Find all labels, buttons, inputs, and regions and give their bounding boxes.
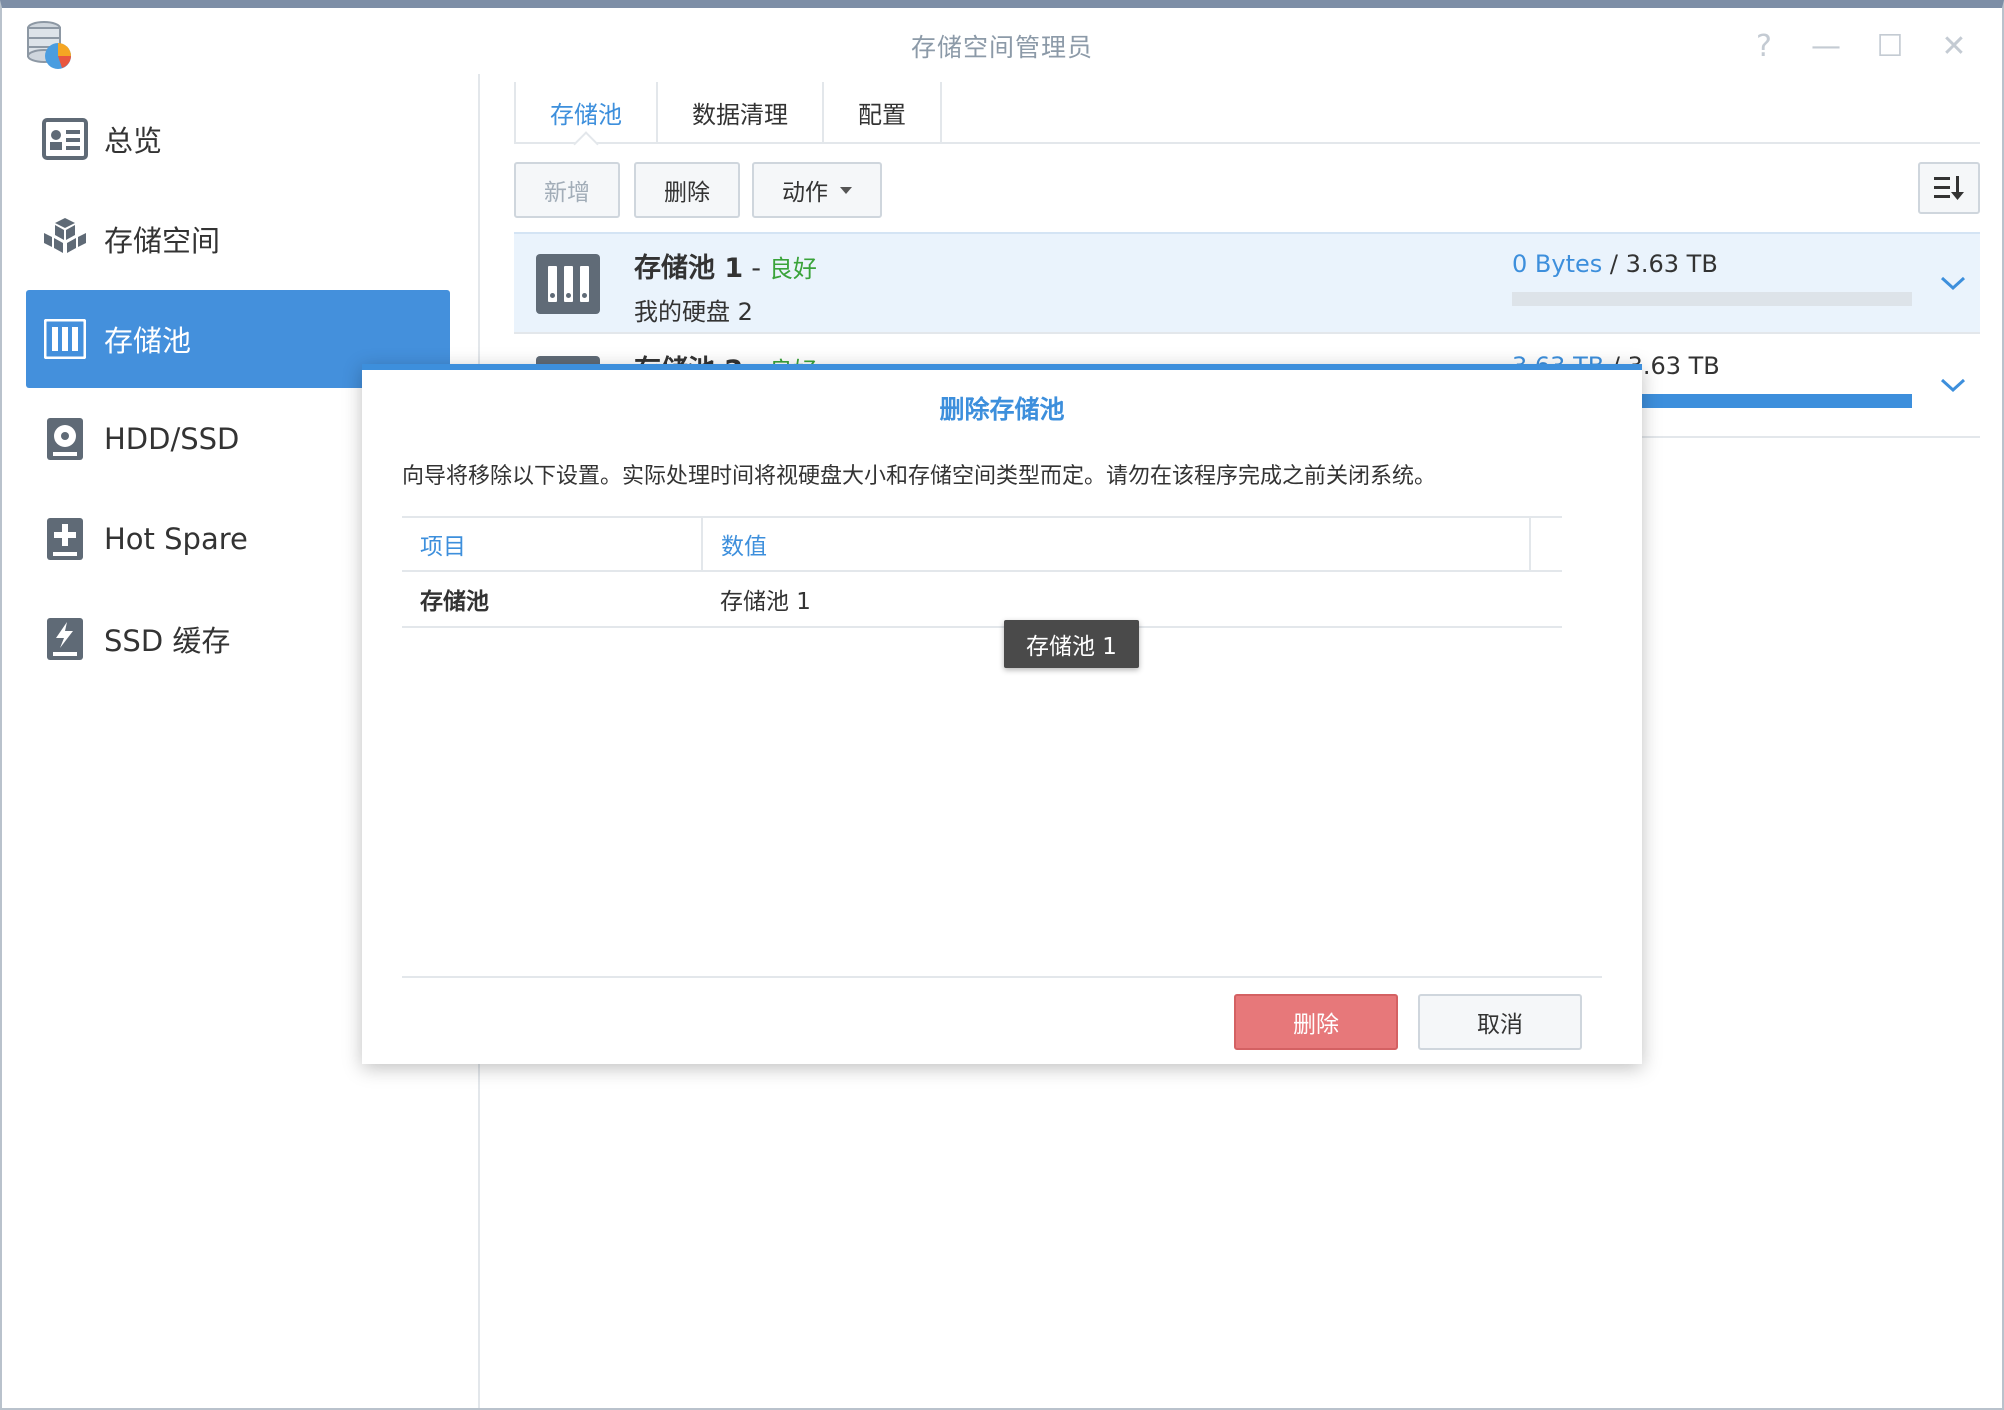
- chevron-down-icon[interactable]: [1938, 370, 1968, 400]
- sidebar-item-label: 存储空间: [104, 224, 221, 258]
- sidebar-item-label: Hot Spare: [104, 522, 248, 556]
- chevron-down-icon[interactable]: [1938, 268, 1968, 298]
- storage-pool-icon: [42, 316, 88, 362]
- total-capacity: 3.63 TB: [1625, 250, 1718, 278]
- row-spacer: [1530, 571, 1562, 628]
- sidebar-item-label: SSD 缓存: [104, 624, 231, 658]
- sort-icon: [1934, 176, 1964, 200]
- title-bar: 存储空间管理员 ? — ☐ ✕: [2, 8, 2002, 74]
- column-header-item[interactable]: 项目: [402, 517, 703, 572]
- column-header-value[interactable]: 数值: [702, 517, 1531, 572]
- sidebar-item-label: HDD/SSD: [104, 422, 240, 456]
- dialog-description: 向导将移除以下设置。实际处理时间将视硬盘大小和存储空间类型而定。请勿在该程序完成…: [402, 464, 1437, 489]
- tab-settings[interactable]: 配置: [824, 82, 942, 142]
- action-label: 动作: [782, 180, 828, 206]
- table-row[interactable]: 存储池 存储池 1: [402, 571, 1562, 628]
- pool-name-text: 存储池 1: [634, 253, 744, 284]
- delete-pool-dialog: 删除存储池 向导将移除以下设置。实际处理时间将视硬盘大小和存储空间类型而定。请勿…: [362, 364, 1642, 1064]
- minimize-icon[interactable]: —: [1806, 26, 1846, 66]
- hot-spare-icon: [42, 516, 88, 562]
- sidebar-item-label: 存储池: [104, 324, 192, 358]
- status-badge: 良好: [768, 255, 817, 283]
- row-key: 存储池: [402, 571, 702, 628]
- confirm-delete-button[interactable]: 删除: [1234, 994, 1398, 1050]
- delete-button[interactable]: 删除: [634, 162, 740, 218]
- maximize-icon[interactable]: ☐: [1870, 26, 1910, 66]
- tab-bar: 存储池 数据清理 配置: [514, 82, 1980, 144]
- pool-row-1[interactable]: 存储池 1- 良好 我的硬盘 2 0 Bytes / 3.63 TB: [514, 232, 1980, 334]
- storage-pool-icon: [536, 254, 600, 314]
- pool-subtitle: 我的硬盘 2: [634, 298, 753, 326]
- pool-name: 存储池 1- 良好: [634, 246, 817, 285]
- tab-data-scrubbing[interactable]: 数据清理: [658, 82, 824, 142]
- column-header-spacer: [1530, 517, 1562, 572]
- caret-down-icon: [840, 186, 852, 194]
- overview-icon: [42, 116, 88, 162]
- sort-button[interactable]: [1918, 162, 1980, 214]
- table-header-row: 项目 数值: [402, 517, 1562, 572]
- row-value: 存储池 1: [702, 571, 1530, 628]
- storage-manager-window: 存储空间管理员 ? — ☐ ✕ 总览 存储空间 存储池 HDD/SSD Hot …: [0, 0, 2004, 1410]
- storage-space-icon: [42, 216, 88, 262]
- used-capacity: 0 Bytes: [1512, 250, 1603, 278]
- action-dropdown[interactable]: 动作: [752, 162, 882, 218]
- sidebar-item-label: 总览: [104, 124, 163, 158]
- separator: -: [751, 253, 761, 284]
- window-title: 存储空间管理员: [910, 33, 1093, 62]
- hdd-icon: [42, 416, 88, 462]
- sidebar-item-storage-space[interactable]: 存储空间: [26, 190, 450, 288]
- sidebar-item-overview[interactable]: 总览: [26, 90, 450, 188]
- add-button[interactable]: 新增: [514, 162, 620, 218]
- cancel-button[interactable]: 取消: [1418, 994, 1582, 1050]
- tab-storage-pool[interactable]: 存储池: [514, 82, 658, 142]
- footer-divider: [402, 976, 1602, 978]
- close-icon[interactable]: ✕: [1934, 26, 1974, 66]
- ssd-cache-icon: [42, 616, 88, 662]
- summary-table: 项目 数值 存储池 存储池 1: [402, 516, 1562, 628]
- usage-bar: [1512, 292, 1912, 306]
- usage-separator: /: [1609, 250, 1626, 278]
- pool-usage: 0 Bytes / 3.63 TB: [1512, 250, 1718, 278]
- dialog-title: 删除存储池: [939, 395, 1065, 424]
- value-tooltip: 存储池 1: [1004, 620, 1139, 668]
- help-icon[interactable]: ?: [1744, 26, 1784, 66]
